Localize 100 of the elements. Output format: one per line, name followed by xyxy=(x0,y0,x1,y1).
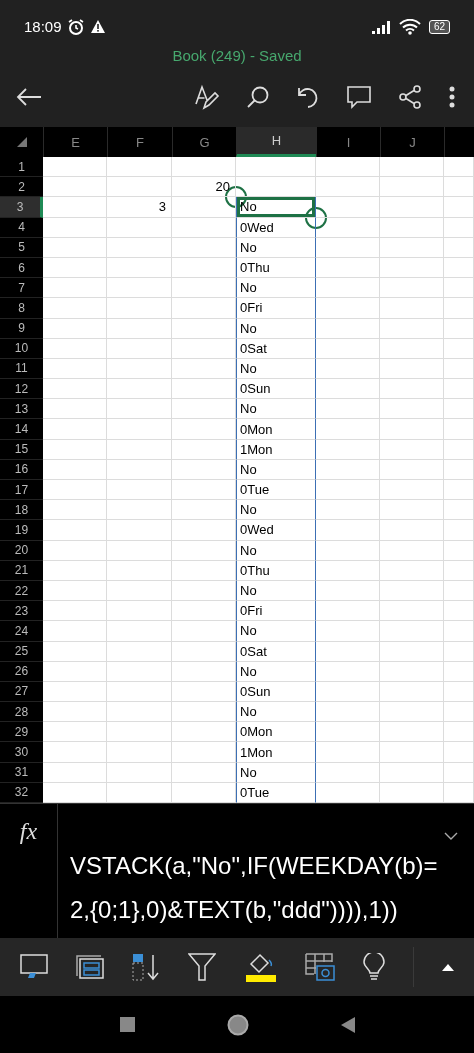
table-cell[interactable] xyxy=(107,459,172,480)
table-cell[interactable] xyxy=(316,177,380,198)
table-cell[interactable] xyxy=(444,257,474,279)
table-cell[interactable] xyxy=(43,177,107,198)
table-cell[interactable] xyxy=(107,217,172,238)
table-cell[interactable] xyxy=(444,237,474,258)
table-cell[interactable] xyxy=(172,742,236,763)
table-cell[interactable] xyxy=(172,257,236,279)
table-cell[interactable] xyxy=(316,257,380,279)
table-cell[interactable] xyxy=(43,399,107,420)
table-cell[interactable]: No xyxy=(236,762,316,783)
table-cell[interactable]: 0Mon xyxy=(236,722,316,743)
table-cell[interactable] xyxy=(444,197,474,218)
table-cell[interactable] xyxy=(444,722,474,743)
table-cell[interactable] xyxy=(380,157,444,178)
table-cell[interactable] xyxy=(43,621,107,642)
table-cell[interactable] xyxy=(107,358,172,380)
table-cell[interactable] xyxy=(172,702,236,723)
table-cell[interactable]: No xyxy=(236,358,316,380)
table-cell[interactable] xyxy=(316,419,380,440)
table-cell[interactable] xyxy=(444,560,474,581)
table-cell[interactable] xyxy=(316,702,380,723)
sort-icon[interactable] xyxy=(132,953,161,981)
table-cell[interactable] xyxy=(380,702,444,723)
row-header[interactable]: 22 xyxy=(0,580,43,602)
undo-icon[interactable] xyxy=(296,85,320,109)
table-cell[interactable] xyxy=(172,560,236,581)
table-cell[interactable] xyxy=(107,177,172,198)
table-cell[interactable] xyxy=(172,681,236,703)
table-cell[interactable]: 0Tue xyxy=(236,480,316,501)
table-cell[interactable] xyxy=(316,459,380,480)
table-cell[interactable] xyxy=(380,379,444,400)
table-cell[interactable] xyxy=(43,237,107,258)
table-cell[interactable] xyxy=(380,177,444,198)
table-cell[interactable] xyxy=(107,439,172,460)
table-cell[interactable] xyxy=(43,278,107,299)
table-cell[interactable] xyxy=(380,439,444,460)
table-cell[interactable] xyxy=(316,722,380,743)
table-cell[interactable] xyxy=(107,419,172,440)
column-header[interactable]: J xyxy=(380,127,444,157)
table-cell[interactable]: 0Fri xyxy=(236,298,316,319)
table-cell[interactable]: No xyxy=(236,318,316,339)
table-cell[interactable] xyxy=(43,762,107,783)
table-cell[interactable] xyxy=(172,379,236,400)
table-cell[interactable] xyxy=(43,439,107,460)
table-cell[interactable] xyxy=(380,257,444,279)
table-cell[interactable] xyxy=(380,480,444,501)
table-cell[interactable] xyxy=(444,520,474,541)
table-cell[interactable] xyxy=(444,641,474,662)
table-cell[interactable] xyxy=(172,358,236,380)
table-cell[interactable] xyxy=(316,621,380,642)
table-cell[interactable] xyxy=(107,661,172,682)
table-cell[interactable] xyxy=(444,318,474,339)
row-header[interactable]: 8 xyxy=(0,298,43,319)
table-cell[interactable]: No xyxy=(236,197,316,218)
back-arrow-icon[interactable] xyxy=(16,88,42,106)
table-cell[interactable] xyxy=(444,278,474,299)
row-header[interactable]: 11 xyxy=(0,358,43,380)
share-icon[interactable] xyxy=(398,85,422,109)
table-cell[interactable] xyxy=(43,661,107,682)
table-cell[interactable] xyxy=(380,217,444,238)
table-cell[interactable] xyxy=(172,237,236,258)
table-cell[interactable]: 1Mon xyxy=(236,439,316,460)
table-cell[interactable] xyxy=(380,762,444,783)
table-cell[interactable] xyxy=(172,439,236,460)
table-cell[interactable] xyxy=(107,641,172,662)
row-header[interactable]: 21 xyxy=(0,560,43,581)
table-cell[interactable] xyxy=(316,278,380,299)
table-cell[interactable]: 0Sat xyxy=(236,641,316,662)
table-cell[interactable] xyxy=(172,621,236,642)
row-header[interactable]: 29 xyxy=(0,722,43,743)
table-cell[interactable] xyxy=(380,641,444,662)
table-cell[interactable] xyxy=(107,722,172,743)
row-header[interactable]: 25 xyxy=(0,641,43,662)
table-cell[interactable] xyxy=(316,661,380,682)
table-cell[interactable] xyxy=(107,338,172,359)
comment-icon[interactable] xyxy=(346,85,372,109)
table-cell[interactable] xyxy=(43,257,107,279)
column-header[interactable]: I xyxy=(316,127,380,157)
row-header[interactable]: 20 xyxy=(0,540,43,561)
row-header[interactable]: 19 xyxy=(0,520,43,541)
table-cell[interactable] xyxy=(444,177,474,198)
table-cell[interactable] xyxy=(316,641,380,662)
table-cell[interactable] xyxy=(43,338,107,359)
table-cell[interactable]: No xyxy=(236,278,316,299)
column-header[interactable]: E xyxy=(43,127,107,157)
table-cell[interactable] xyxy=(444,157,474,178)
table-cell[interactable] xyxy=(444,419,474,440)
table-cell[interactable] xyxy=(380,520,444,541)
table-cell[interactable] xyxy=(43,681,107,703)
table-cell[interactable] xyxy=(316,520,380,541)
filter-icon[interactable] xyxy=(188,953,217,981)
row-header[interactable]: 6 xyxy=(0,257,43,279)
table-cell[interactable] xyxy=(444,500,474,521)
table-cell[interactable] xyxy=(380,722,444,743)
table-cell[interactable] xyxy=(444,540,474,561)
table-cell[interactable]: No xyxy=(236,237,316,258)
table-cell[interactable] xyxy=(172,217,236,238)
table-cell[interactable]: 0Thu xyxy=(236,560,316,581)
table-cell[interactable]: 0Sun xyxy=(236,681,316,703)
